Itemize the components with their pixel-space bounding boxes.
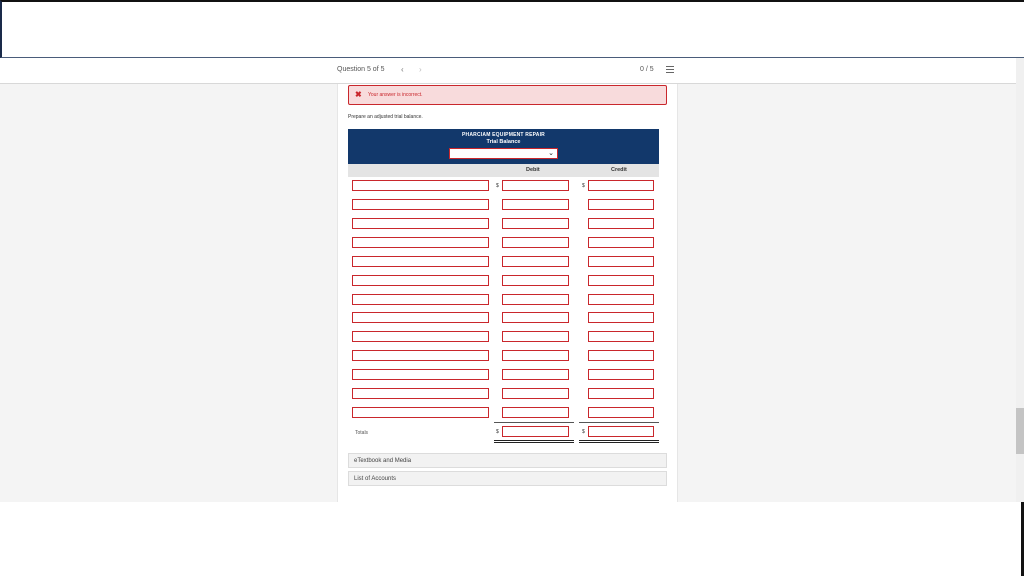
account-name-input[interactable]	[352, 388, 489, 399]
chevron-down-icon: ⌄	[548, 150, 554, 157]
account-name-input[interactable]	[352, 199, 489, 210]
currency-symbol: $	[496, 429, 499, 435]
credit-amount-input[interactable]	[588, 218, 654, 229]
currency-symbol: $	[582, 429, 585, 435]
account-name-input[interactable]	[352, 312, 489, 323]
account-name-input[interactable]	[352, 350, 489, 361]
currency-symbol: $	[582, 183, 585, 189]
credit-amount-input[interactable]	[588, 312, 654, 323]
question-counter: Question 5 of 5	[337, 66, 385, 73]
debit-amount-input[interactable]	[502, 369, 569, 380]
debit-amount-input[interactable]	[502, 331, 569, 342]
debit-total-input[interactable]	[502, 426, 569, 437]
credit-amount-input[interactable]	[588, 331, 654, 342]
account-name-input[interactable]	[352, 407, 489, 418]
debit-amount-input[interactable]	[502, 180, 569, 191]
account-name-input[interactable]	[352, 294, 489, 305]
account-name-input[interactable]	[352, 275, 489, 286]
account-name-input[interactable]	[352, 256, 489, 267]
credit-amount-input[interactable]	[588, 407, 654, 418]
accordion-label: eTextbook and Media	[354, 458, 412, 464]
account-name-input[interactable]	[352, 180, 489, 191]
debit-amount-input[interactable]	[502, 294, 569, 305]
account-name-input[interactable]	[352, 218, 489, 229]
statement-title: Trial Balance	[486, 139, 521, 145]
list-of-accounts-accordion[interactable]: List of Accounts	[348, 471, 667, 486]
debit-subtotal-line	[494, 422, 574, 423]
question-instructions: Prepare an adjusted trial balance.	[348, 114, 423, 120]
credit-amount-input[interactable]	[588, 256, 654, 267]
credit-amount-input[interactable]	[588, 237, 654, 248]
credit-total-double-line	[579, 440, 659, 441]
feedback-message: Your answer is incorrect.	[368, 92, 423, 98]
debit-column-header: Debit	[526, 167, 540, 173]
next-question-button[interactable]: ›	[419, 65, 422, 74]
debit-amount-input[interactable]	[502, 256, 569, 267]
accordion-label: List of Accounts	[354, 476, 397, 482]
credit-amount-input[interactable]	[588, 388, 654, 399]
credit-amount-input[interactable]	[588, 369, 654, 380]
date-dropdown[interactable]: ⌄	[449, 148, 558, 159]
credit-total-double-line	[579, 442, 659, 443]
credit-amount-input[interactable]	[588, 294, 654, 305]
credit-column-header: Credit	[611, 167, 627, 173]
debit-amount-input[interactable]	[502, 199, 569, 210]
score-display: 0 / 5	[640, 66, 654, 73]
debit-amount-input[interactable]	[502, 275, 569, 286]
incorrect-answer-banner: ✖ Your answer is incorrect.	[348, 85, 667, 105]
credit-total-input[interactable]	[588, 426, 654, 437]
credit-amount-input[interactable]	[588, 275, 654, 286]
scrollbar-thumb[interactable]	[1016, 408, 1024, 454]
account-name-input[interactable]	[352, 237, 489, 248]
totals-label: Totals	[355, 430, 369, 436]
credit-subtotal-line	[579, 422, 659, 423]
question-list-icon[interactable]	[666, 66, 674, 73]
debit-amount-input[interactable]	[502, 388, 569, 399]
currency-symbol: $	[496, 183, 499, 189]
debit-amount-input[interactable]	[502, 218, 569, 229]
credit-amount-input[interactable]	[588, 350, 654, 361]
etextbook-media-accordion[interactable]: eTextbook and Media	[348, 453, 667, 468]
credit-amount-input[interactable]	[588, 199, 654, 210]
account-name-input[interactable]	[352, 369, 489, 380]
trial-balance-header: PHARCIAM EQUIPMENT REPAIR Trial Balance …	[348, 129, 659, 164]
debit-amount-input[interactable]	[502, 350, 569, 361]
error-x-icon: ✖	[355, 90, 362, 99]
company-name: PHARCIAM EQUIPMENT REPAIR	[462, 132, 545, 138]
question-navigation-bar: Question 5 of 5 ‹ › 0 / 5	[0, 58, 1016, 84]
debit-amount-input[interactable]	[502, 312, 569, 323]
debit-total-double-line	[494, 440, 574, 441]
account-name-input[interactable]	[352, 331, 489, 342]
debit-total-double-line	[494, 442, 574, 443]
previous-question-button[interactable]: ‹	[401, 65, 404, 74]
debit-amount-input[interactable]	[502, 407, 569, 418]
browser-top-frame	[0, 0, 1024, 58]
credit-amount-input[interactable]	[588, 180, 654, 191]
debit-amount-input[interactable]	[502, 237, 569, 248]
column-header-row: Debit Credit	[348, 164, 659, 177]
